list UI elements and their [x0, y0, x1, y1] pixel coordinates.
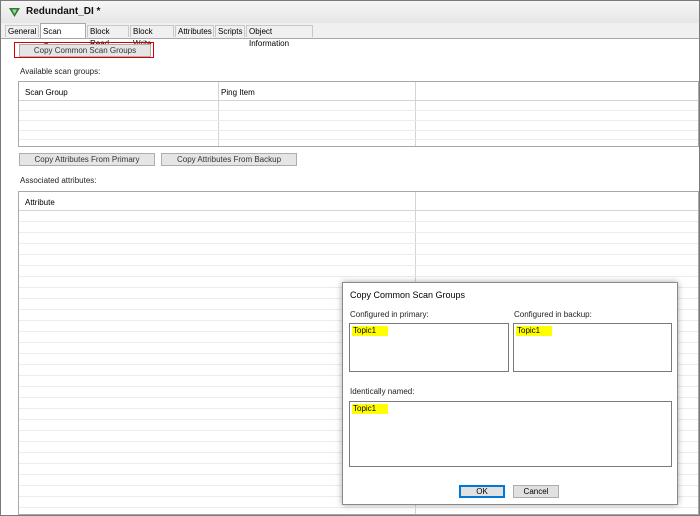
copy-common-scan-groups-dialog: Copy Common Scan Groups Configured in pr… [342, 282, 678, 505]
window-title: Redundant_DI * [26, 6, 101, 17]
tab-block-read[interactable]: Block Read [87, 25, 129, 48]
copy-attributes-from-backup-button[interactable]: Copy Attributes From Backup [161, 153, 297, 166]
tab-scripts[interactable]: Scripts [215, 25, 245, 37]
tab-block-write[interactable]: Block Write [130, 25, 174, 48]
backup-list[interactable]: Topic1 [513, 323, 672, 372]
tab-scan-group[interactable]: Scan Group [40, 23, 86, 51]
column-header-attribute[interactable]: Attribute [25, 198, 55, 207]
associated-attributes-label: Associated attributes: [20, 176, 97, 185]
copy-attributes-from-primary-button[interactable]: Copy Attributes From Primary [19, 153, 155, 166]
editor-window: Redundant_DI * General Scan Group Block … [0, 0, 700, 516]
primary-list[interactable]: Topic1 [349, 323, 509, 372]
identically-named-list-item[interactable]: Topic1 [352, 404, 389, 414]
tab-object-information[interactable]: Object Information [246, 25, 313, 48]
configured-in-primary-label: Configured in primary: [350, 310, 429, 319]
object-icon [9, 8, 20, 17]
dialog-title: Copy Common Scan Groups [350, 290, 466, 300]
cancel-button[interactable]: Cancel [513, 485, 559, 498]
backup-list-item[interactable]: Topic1 [516, 326, 553, 336]
tab-strip: General Scan Group Block Read Block Writ… [1, 23, 699, 51]
column-header-ping-item[interactable]: Ping Item [221, 88, 255, 97]
identically-named-label: Identically named: [350, 387, 415, 396]
highlight-box [14, 42, 154, 58]
available-scan-groups-label: Available scan groups: [20, 67, 101, 76]
title-bar: Redundant_DI * [1, 1, 699, 24]
column-header-scan-group[interactable]: Scan Group [25, 88, 68, 97]
tab-attributes[interactable]: Attributes [175, 25, 214, 37]
configured-in-backup-label: Configured in backup: [514, 310, 592, 319]
ok-button[interactable]: OK [459, 485, 505, 498]
tab-general[interactable]: General [5, 25, 39, 37]
identically-named-list[interactable]: Topic1 [349, 401, 672, 467]
primary-list-item[interactable]: Topic1 [352, 326, 389, 336]
available-scan-groups-table[interactable]: Scan Group Ping Item [18, 81, 699, 147]
